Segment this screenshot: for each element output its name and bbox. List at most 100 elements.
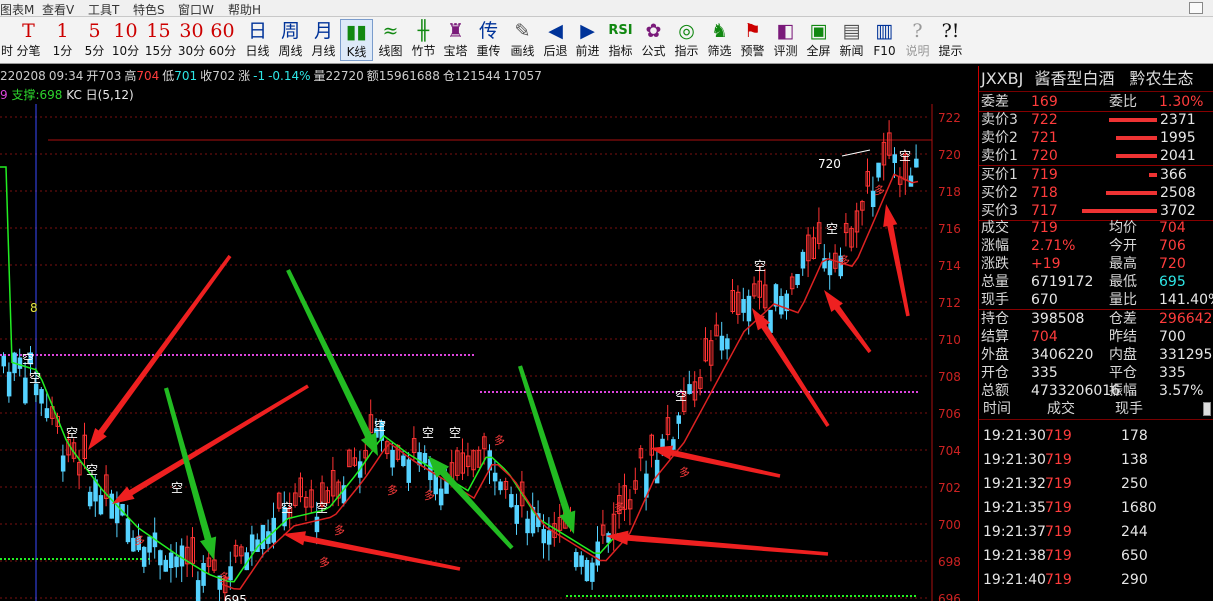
toolbar-icon-3: 5: [88, 20, 101, 42]
tick-header: 时间 成交 现手: [979, 398, 1213, 420]
sell-signal-marker: 空: [171, 481, 183, 495]
tick-row: 19:21:38 719 650: [983, 548, 1148, 564]
candle-body: [725, 338, 730, 350]
indicator-lead: 9: [0, 88, 8, 102]
candle-body: [509, 494, 514, 508]
buy-signal-marker: 多: [839, 253, 850, 267]
toolbar-icon-27: ▥: [875, 20, 894, 42]
y-tick-label: 698: [938, 555, 961, 569]
candle-body: [827, 260, 833, 276]
y-tick-label: 704: [938, 444, 961, 458]
tick-row: 19:21:37 719 244: [983, 524, 1148, 540]
info-low: 701: [174, 69, 198, 83]
toolbar-button-4[interactable]: 10 10分: [109, 19, 142, 61]
indicator-line: 9 支撑:698 KC 日(5,12): [0, 86, 300, 104]
stock-code: JXXBJ: [981, 69, 1024, 88]
toolbar-button-19[interactable]: RSI 指标: [604, 19, 637, 61]
toolbar-button-5[interactable]: 15 15分: [142, 19, 175, 61]
toolbar-button-25[interactable]: ▣ 全屏: [802, 19, 835, 61]
menu-item-0[interactable]: 图表M: [0, 1, 34, 18]
scroll-handle[interactable]: [1203, 402, 1211, 416]
toolbar-button-22[interactable]: ♞ 筛选: [703, 19, 736, 61]
stat-row: 持仓 398508 仓差 296642: [981, 311, 1213, 327]
toolbar-button-10[interactable]: 月月线: [307, 19, 340, 61]
toolbar-icon-22: ♞: [710, 20, 729, 42]
volume-bar: [1109, 118, 1157, 122]
high-price-label: 720: [818, 157, 841, 171]
toolbar-button-20[interactable]: ✿ 公式: [637, 19, 670, 61]
toolbar-icon-8: 日: [247, 20, 267, 42]
candle-body: [174, 556, 179, 568]
buy-signal-marker: 多: [494, 433, 505, 447]
book-asks-row: 卖价3 722 2371: [981, 112, 1196, 128]
toolbar-button-12[interactable]: ≈ 线图: [374, 19, 407, 61]
toolbar-button-27[interactable]: ▥ F10: [868, 19, 901, 61]
menu-item-3[interactable]: 特色S: [133, 1, 165, 18]
toolbar-button-16[interactable]: ✎ 画线: [506, 19, 539, 61]
menu-item-4[interactable]: 窗口W: [178, 1, 214, 18]
toolbar-button-29[interactable]: ?! 提示: [934, 19, 967, 61]
price-chart[interactable]: 722 720 718 716 714 712 710 708 706 704 702 700 698 6…: [0, 104, 978, 601]
toolbar-button-3[interactable]: 5 5分: [78, 19, 111, 61]
toolbar-button-1[interactable]: T 分笔: [12, 19, 45, 61]
toolbar-label-15: 重传: [476, 44, 501, 58]
sell-signal-marker: 空: [281, 501, 293, 515]
menu-item-2[interactable]: 工具T: [88, 1, 119, 18]
sell-signal-marker: 空: [899, 149, 911, 163]
toolbar-button-24[interactable]: ◧ 评测: [769, 19, 802, 61]
candle-body: [125, 518, 131, 543]
toolbar-icon-13: ╫: [417, 20, 430, 42]
toolbar-icon-19: RSI: [608, 23, 633, 38]
info-close: 702: [212, 69, 236, 83]
y-tick-label: 716: [938, 222, 961, 236]
sell-signal-marker: 空: [29, 371, 41, 385]
toolbar-button-26[interactable]: ▤ 新闻: [835, 19, 868, 61]
toolbar-button-28[interactable]: ? 说明: [901, 19, 934, 61]
toolbar-button-2[interactable]: 1 1分: [46, 19, 79, 61]
menu-item-5[interactable]: 帮助H: [228, 1, 261, 18]
side-marker-label: 8: [30, 301, 38, 315]
candle-body: [687, 384, 692, 395]
toolbar-icon-26: ▤: [842, 20, 861, 42]
toolbar-button-11[interactable]: ▮▮ K线: [340, 19, 373, 61]
annotation-arrow: [283, 531, 461, 571]
book-bids-row: 买价2 718 2508: [981, 185, 1196, 201]
tick-row: 19:21:32 719 250: [983, 476, 1148, 492]
menu-item-1[interactable]: 查看V: [42, 1, 74, 18]
toolbar-button-9[interactable]: 周周线: [274, 19, 307, 61]
toolbar-button-6[interactable]: 30 30分: [175, 19, 208, 61]
y-tick-label: 714: [938, 259, 961, 273]
toolbar-button-13[interactable]: ╫ 竹节: [407, 19, 440, 61]
toolbar-button-21[interactable]: ◎ 指示: [670, 19, 703, 61]
toolbar-label-27: F10: [873, 44, 896, 58]
candle-body: [676, 415, 681, 424]
stat-row: 外盘3406220内盘3312952: [981, 347, 1213, 363]
candle-body: [768, 309, 773, 333]
y-tick-label: 700: [938, 518, 961, 532]
toolbar-icon-11: ▮▮: [346, 21, 367, 43]
toolbar-label-7: 60分: [208, 44, 237, 58]
toolbar-button-15[interactable]: 传重传: [472, 19, 505, 61]
toolbar-icon-29: ?!: [941, 20, 960, 42]
support-level: 支撑:698: [11, 88, 63, 102]
candle-body: [6, 371, 12, 397]
toolbar-button-23[interactable]: ⚑ 预警: [736, 19, 769, 61]
annotation-arrow: [824, 290, 872, 354]
toolbar-label-13: 竹节: [411, 44, 436, 58]
candle-body: [606, 533, 611, 543]
candle-body: [179, 545, 185, 567]
y-tick-label: 696: [938, 592, 961, 601]
toolbar-button-14[interactable]: ♜ 宝塔: [439, 19, 472, 61]
toolbar-label-21: 指示: [674, 44, 699, 58]
toolbar-button-18[interactable]: ▶ 前进: [571, 19, 604, 61]
toolbar-icon-25: ▣: [809, 20, 828, 42]
candle-body: [800, 251, 806, 269]
toolbar-button-17[interactable]: ◀ 后退: [539, 19, 572, 61]
buy-signal-marker: 多: [614, 500, 625, 514]
minimize-button[interactable]: [1189, 2, 1203, 14]
candle-body: [573, 552, 579, 568]
toolbar-button-7[interactable]: 60 60分: [206, 19, 239, 61]
toolbar-button-8[interactable]: 日日线: [241, 19, 274, 61]
quote-panel: JXXBJ 酱香型白酒 黔农生态 委差 169 委比 1.30% 卖价3 722 2371 卖…: [978, 66, 1213, 601]
candle-body: [876, 162, 881, 178]
